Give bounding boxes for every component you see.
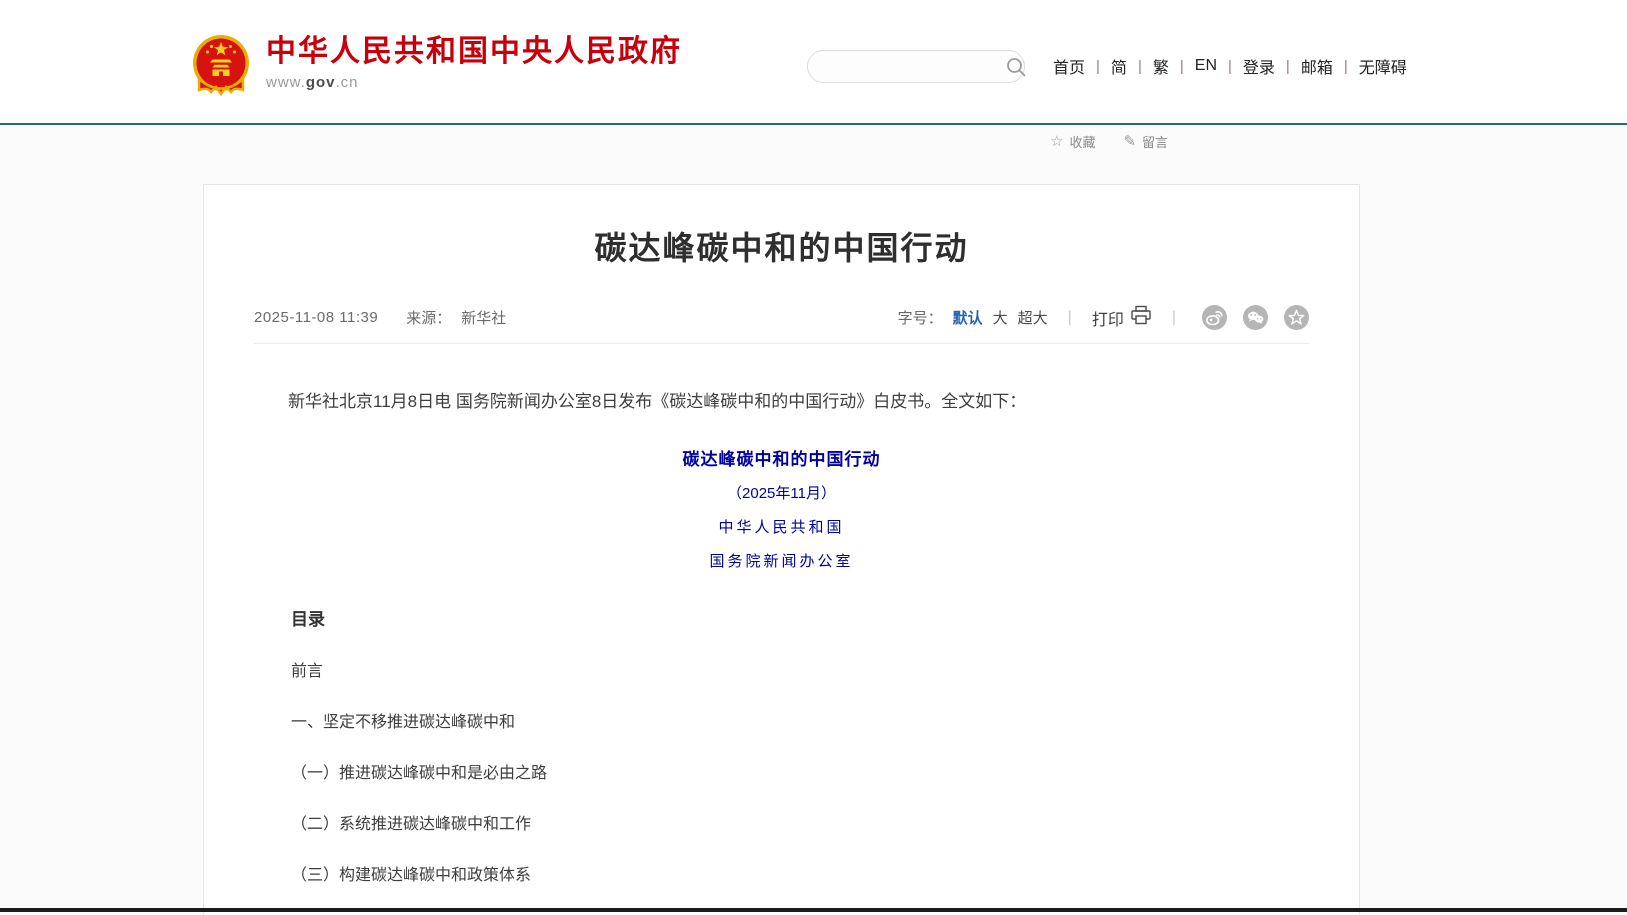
document-author-line2: 国务院新闻办公室 — [254, 550, 1309, 571]
page-actions: ☆ 收藏 ✎ 留言 — [1050, 132, 1168, 151]
toc-item-section1-3: （三）构建碳达峰碳中和政策体系 — [291, 861, 1309, 885]
font-size-label: 字号： — [898, 307, 943, 328]
print-label: 打印 — [1092, 306, 1124, 330]
table-of-contents: 目录 前言 一、坚定不移推进碳达峰碳中和 （一）推进碳达峰碳中和是必由之路 （二… — [291, 605, 1309, 915]
article-meta-left: 2025-11-08 11:39 来源： 新华社 — [254, 307, 506, 328]
article-meta-right: 字号： 默认 大 超大 | 打印 — [898, 305, 1309, 330]
site-title: 中华人民共和国中央人民政府 — [266, 34, 682, 70]
toc-item-section1: 一、坚定不移推进碳达峰碳中和 — [291, 708, 1309, 732]
source-label: 来源： — [406, 307, 451, 328]
site-url: www.gov.cn — [266, 74, 682, 91]
printer-icon — [1130, 305, 1152, 330]
wechat-share-icon[interactable] — [1243, 305, 1268, 330]
nav-accessibility[interactable]: 无障碍 — [1348, 54, 1418, 78]
toc-item-section1-1: （一）推进碳达峰碳中和是必由之路 — [291, 759, 1309, 783]
comment-label: 留言 — [1142, 132, 1168, 151]
pencil-icon: ✎ — [1123, 134, 1136, 149]
source-name[interactable]: 新华社 — [461, 307, 506, 328]
document-author-line1: 中华人民共和国 — [254, 516, 1309, 537]
meta-separator: | — [1068, 309, 1072, 327]
search-box[interactable] — [807, 50, 1025, 83]
nav-login[interactable]: 登录 — [1232, 54, 1286, 78]
gov-cn-page: 中华人民共和国中央人民政府 www.gov.cn 首页| 简| 繁| EN| 登… — [0, 0, 1627, 915]
article-title: 碳达峰碳中和的中国行动 — [254, 223, 1309, 269]
nav-english[interactable]: EN — [1184, 57, 1228, 75]
national-emblem-icon — [190, 34, 252, 105]
nav-home[interactable]: 首页 — [1042, 54, 1096, 78]
nav-traditional-chinese[interactable]: 繁 — [1142, 54, 1180, 78]
font-size-large-button[interactable]: 大 — [993, 307, 1008, 328]
weibo-share-icon[interactable] — [1202, 305, 1227, 330]
toc-heading: 目录 — [291, 605, 1309, 630]
print-button[interactable]: 打印 — [1092, 305, 1152, 330]
qzone-share-icon[interactable] — [1284, 305, 1309, 330]
meta-separator: | — [1172, 309, 1176, 327]
search-icon[interactable] — [1005, 56, 1027, 78]
star-icon: ☆ — [1050, 134, 1063, 149]
article-meta-row: 2025-11-08 11:39 来源： 新华社 字号： 默认 大 超大 | 打… — [254, 305, 1309, 330]
window-bottom-edge — [0, 908, 1627, 912]
site-header: 中华人民共和国中央人民政府 www.gov.cn 首页| 简| 繁| EN| 登… — [0, 0, 1627, 123]
top-navigation: 首页| 简| 繁| EN| 登录| 邮箱| 无障碍 — [1042, 54, 1418, 78]
meta-divider-line — [254, 343, 1309, 344]
document-title: 碳达峰碳中和的中国行动 — [254, 445, 1309, 470]
site-brand[interactable]: 中华人民共和国中央人民政府 www.gov.cn — [190, 34, 682, 105]
toc-item-preface: 前言 — [291, 657, 1309, 681]
brand-text: 中华人民共和国中央人民政府 www.gov.cn — [266, 34, 682, 91]
document-date: （2025年11月） — [254, 482, 1309, 503]
favorite-button[interactable]: ☆ 收藏 — [1050, 132, 1095, 151]
font-size-xlarge-button[interactable]: 超大 — [1018, 307, 1048, 328]
toc-item-section1-2: （二）系统推进碳达峰碳中和工作 — [291, 810, 1309, 834]
search-input[interactable] — [824, 59, 1005, 75]
nav-mail[interactable]: 邮箱 — [1290, 54, 1344, 78]
favorite-label: 收藏 — [1069, 132, 1095, 151]
font-size-default-button[interactable]: 默认 — [953, 307, 983, 328]
article-card: 碳达峰碳中和的中国行动 2025-11-08 11:39 来源： 新华社 字号：… — [203, 184, 1360, 915]
nav-simplified-chinese[interactable]: 简 — [1100, 54, 1138, 78]
comment-button[interactable]: ✎ 留言 — [1123, 132, 1168, 151]
article-lead-paragraph: 新华社北京11月8日电 国务院新闻办公室8日发布《碳达峰碳中和的中国行动》白皮书… — [254, 388, 1309, 417]
publish-date: 2025-11-08 11:39 — [254, 309, 378, 326]
